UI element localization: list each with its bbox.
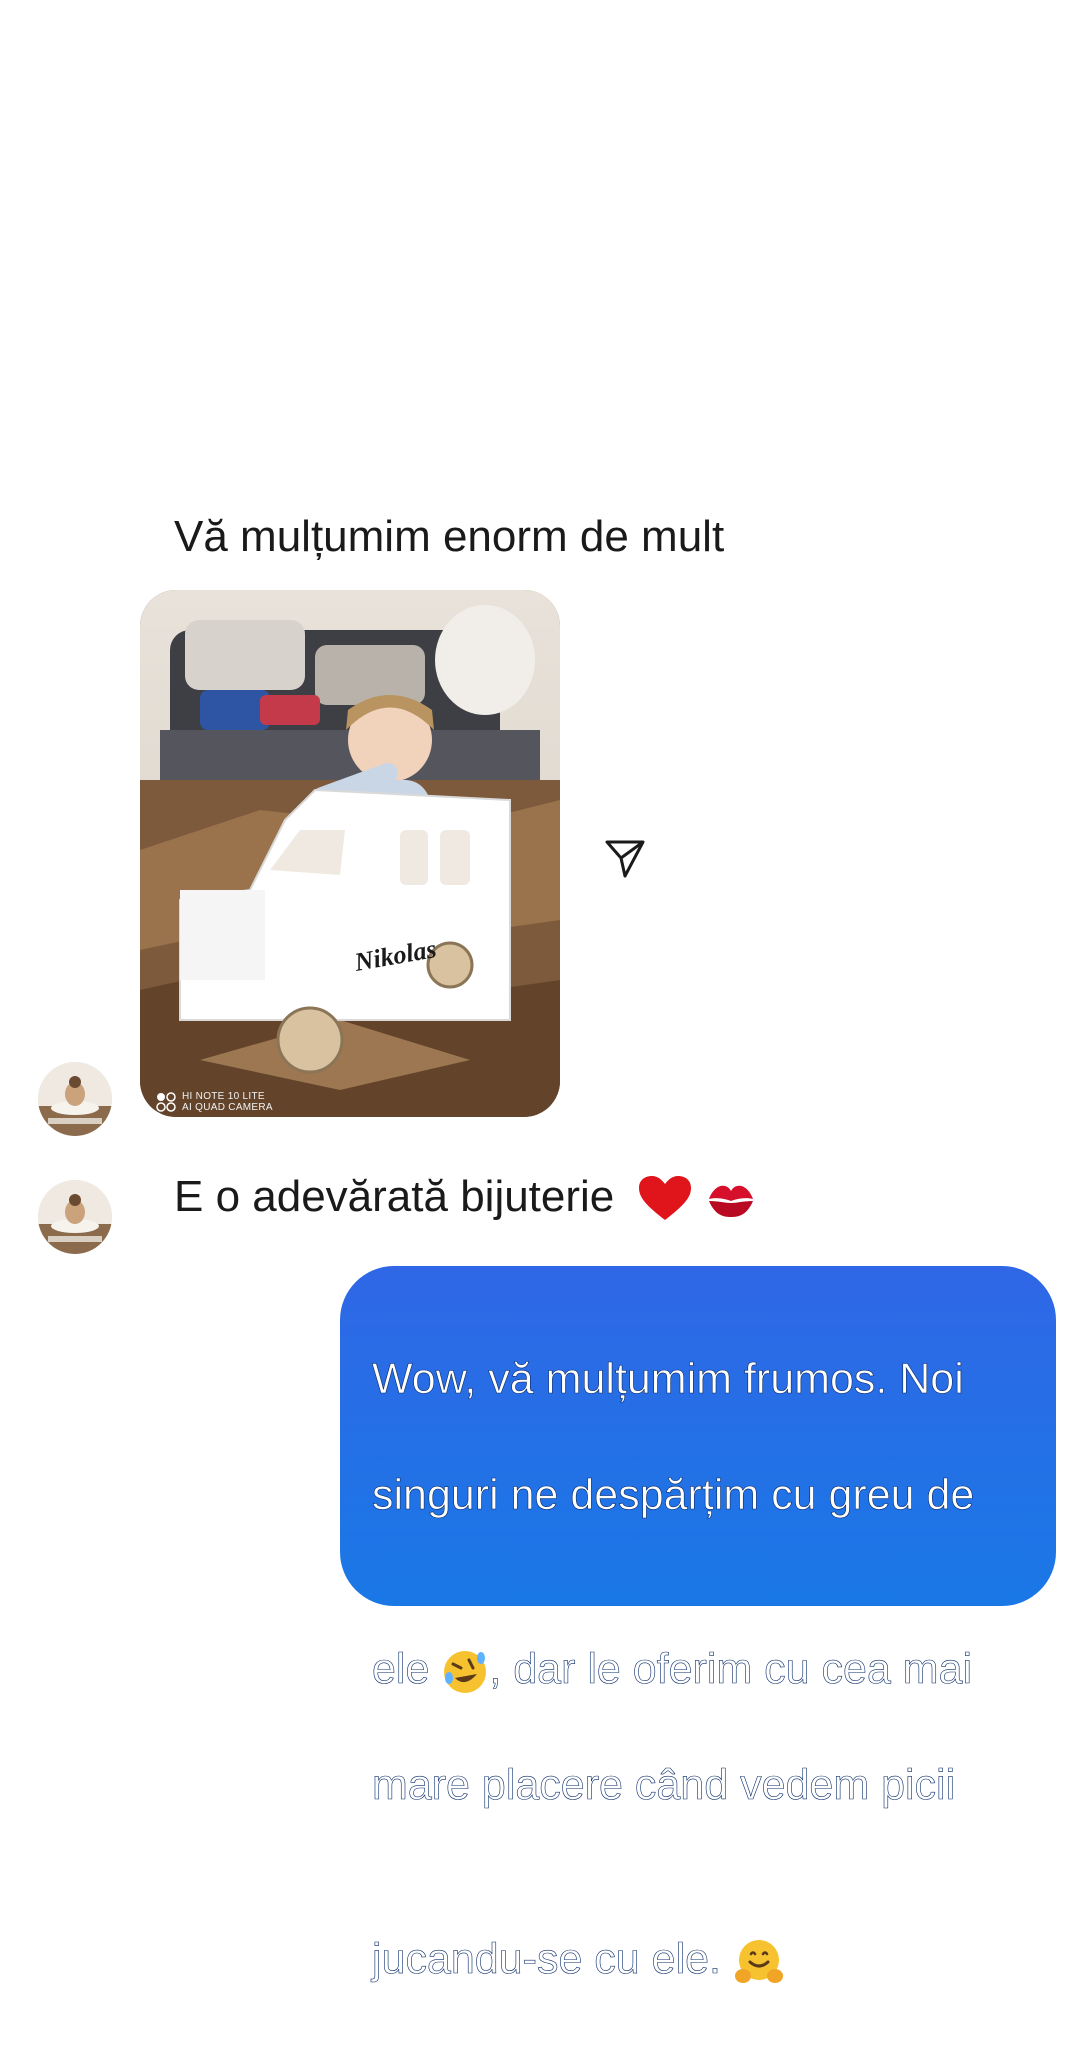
avatar-image [38,1062,112,1136]
photo-child-walker: Nikolas [140,590,560,1117]
bubble-line: singuri ne despărțim cu greu de [372,1471,975,1520]
bubble-line-with-emoji: ele , dar le oferim cu cea mai [372,1582,1026,1698]
camera-logo-icon [156,1092,176,1112]
bubble-line: , dar le oferim cu cea mai [489,1645,973,1694]
contact-avatar[interactable] [38,1180,112,1254]
bubble-line-with-emoji: jucandu-se cu ele. [372,1872,1026,1988]
send-paper-plane-icon[interactable] [603,836,647,880]
rolling-on-floor-laughing-icon [444,1650,487,1693]
outgoing-message-bubble[interactable]: Wow, vă mulțumim frumos. Noi singuri ne … [340,1266,1056,1983]
message-text-jewel: E o adevărată bijuterie [174,1172,757,1224]
bubble-line: Wow, vă mulțumim frumos. Noi [372,1355,964,1404]
kiss-mark-icon [708,1186,753,1218]
avatar-image [38,1180,112,1254]
camera-watermark: HI NOTE 10 LITE AI QUAD CAMERA [156,1091,273,1113]
message-text: E o adevărată bijuterie [174,1172,615,1221]
hugging-face-icon [734,1939,783,1983]
message-text-thanks: Vă mulțumim enorm de mult [174,512,725,561]
outgoing-message-text: Wow, vă mulțumim frumos. Noi singuri ne … [372,1292,1026,2046]
shared-photo[interactable]: Nikolas HI NOTE 10 LITE AI QUAD CAMERA [140,590,560,1117]
bubble-line: ele [372,1645,442,1694]
bubble-line: mare placere când vedem picii [372,1761,956,1810]
contact-avatar[interactable] [38,1062,112,1136]
red-heart-icon [638,1176,691,1221]
bubble-line: jucandu-se cu ele. [372,1935,733,1984]
